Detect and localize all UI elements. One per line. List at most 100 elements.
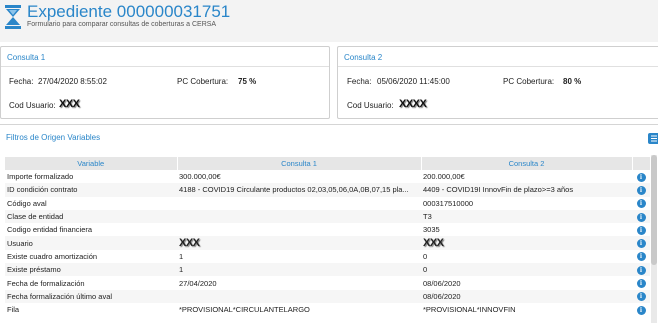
hourglass-logo-icon (4, 4, 22, 30)
cell-variable: Existe préstamo (5, 263, 177, 277)
cod-usuario-value: XXXX (399, 98, 427, 110)
table-header-row: Variable Consulta 1 Consulta 2 (5, 157, 651, 170)
cell-consulta-2: T3 (421, 209, 632, 224)
column-header-info (632, 157, 651, 170)
consulta-2-title: Consulta 2 (344, 53, 383, 62)
column-settings-button[interactable] (648, 133, 658, 144)
fecha-label: Fecha: (9, 77, 34, 86)
cell-consulta-2: 08/06/2020 (423, 278, 461, 288)
cell-info: i (632, 223, 650, 236)
cod-usuario-value: XXX (59, 98, 80, 110)
table-row[interactable]: Código aval 000317510000 i (5, 197, 650, 210)
cell-consulta-1: 1 (179, 251, 184, 261)
page-title: Expediente 000000031751 (27, 2, 231, 21)
cell-consulta-1: 300.000,00€ (179, 172, 221, 182)
cell-consulta-2: 4409 - COVID19I InnovFin de plazo>=3 año… (421, 183, 632, 197)
consulta-2-card: Consulta 2 Fecha: 05/06/2020 11:45:00 PC… (337, 46, 658, 119)
column-header-consulta-1[interactable]: Consulta 1 (177, 157, 422, 170)
cell-consulta-1 (177, 197, 421, 210)
cell-variable: Fila (7, 305, 20, 315)
card-divider (1, 66, 329, 67)
info-icon[interactable]: i (636, 279, 646, 289)
info-icon[interactable]: i (636, 212, 646, 222)
cell-consulta-1 (177, 289, 421, 303)
table-row[interactable]: Clase de entidad T3 i (5, 209, 650, 224)
table-body: Importe formalizado 300.000,00€ 200.000,00… (5, 170, 650, 316)
cell-variable: Importe formalizado (7, 172, 74, 182)
cell-info: i (632, 303, 650, 316)
cell-variable: Código aval (7, 198, 47, 208)
table-row[interactable]: Existe cuadro amortización 1 0 i (5, 250, 650, 263)
cell-consulta-2: 3035 (423, 225, 440, 235)
cell-consulta-1: 27/04/2020 (179, 278, 217, 288)
table-row[interactable]: Codigo entidad financiera 3035 i (5, 223, 650, 236)
cell-variable: Usuario (5, 236, 177, 250)
info-icon[interactable]: i (636, 252, 646, 262)
column-header-variable[interactable]: Variable (5, 157, 178, 170)
pc-cobertura-label: PC Cobertura: (177, 77, 229, 86)
scrollbar-thumb[interactable] (651, 155, 657, 265)
table-row[interactable]: Fecha de formalización 27/04/2020 08/06/20… (5, 276, 650, 289)
cell-info: i (632, 209, 650, 224)
fecha-value: 05/06/2020 11:45:00 (377, 77, 450, 86)
cell-consulta-1: *PROVISIONAL*CIRCULANTELARGO (179, 305, 310, 315)
cell-info: i (632, 276, 650, 289)
table-row[interactable]: Existe préstamo 1 0 i (5, 263, 650, 277)
cell-variable: Clase de entidad (5, 209, 177, 224)
cell-info: i (632, 263, 650, 277)
table-row[interactable]: Fecha formalización último aval 08/06/202… (5, 289, 650, 303)
sliders-icon (651, 135, 657, 142)
cell-info: i (632, 250, 650, 263)
card-divider (338, 66, 658, 67)
cell-consulta-1: 1 (177, 263, 421, 277)
page-header: Expediente 000000031751 Formulario para … (0, 0, 658, 42)
info-icon[interactable]: i (636, 172, 646, 182)
cell-variable: Fecha de formalización (7, 278, 85, 288)
info-icon[interactable]: i (636, 185, 646, 195)
page-subtitle: Formulario para comparar consultas de co… (27, 21, 217, 28)
consulta-1-title: Consulta 1 (7, 53, 46, 62)
table-row[interactable]: Importe formalizado 300.000,00€ 200.000,00… (5, 170, 650, 183)
cell-info: i (632, 170, 650, 183)
cell-consulta-1: XXX (177, 236, 421, 250)
cod-usuario-label: Cod Usuario: (347, 101, 394, 110)
cell-consulta-1 (177, 209, 421, 224)
cell-consulta-1 (177, 223, 421, 236)
cell-variable: Fecha formalización último aval (5, 289, 177, 303)
cell-consulta-2: *PROVISIONAL*INNOVFIN (423, 305, 516, 315)
cell-consulta-2: 0 (421, 263, 632, 277)
info-icon[interactable]: i (636, 265, 646, 275)
cell-consulta-2: 000317510000 (423, 198, 474, 208)
variables-table: Variable Consulta 1 Consulta 2 Importe f… (5, 157, 651, 316)
cell-info: i (632, 197, 650, 210)
pc-cobertura-label: PC Cobertura: (503, 77, 555, 86)
info-icon[interactable]: i (636, 239, 646, 249)
cell-consulta-2: 200.000,00€ (423, 172, 465, 182)
cell-consulta-2: 0 (423, 251, 428, 261)
column-header-consulta-2[interactable]: Consulta 2 (421, 157, 633, 170)
fecha-label: Fecha: (347, 77, 372, 86)
info-icon[interactable]: i (636, 225, 646, 235)
cell-variable: Codigo entidad financiera (7, 225, 93, 235)
fecha-value: 27/04/2020 8:55:02 (38, 77, 107, 86)
table-scrollbar[interactable] (651, 155, 657, 323)
filtros-title: Filtros de Origen Variables (6, 133, 101, 142)
consulta-1-card: Consulta 1 Fecha: 27/04/2020 8:55:02 PC … (0, 46, 330, 119)
table-row[interactable]: Fila *PROVISIONAL*CIRCULANTELARGO *PROVISI… (5, 303, 650, 316)
cell-variable: ID condición contrato (5, 183, 177, 197)
pc-cobertura-value: 75 % (238, 77, 257, 86)
info-icon[interactable]: i (636, 292, 646, 302)
info-icon[interactable]: i (636, 305, 646, 315)
cell-consulta-2: XXX (421, 236, 632, 250)
cell-variable: Existe cuadro amortización (7, 251, 98, 261)
info-icon[interactable]: i (636, 199, 646, 209)
cell-consulta-1: 4188 - COVID19 Circulante productos 02,0… (177, 183, 421, 197)
cell-consulta-2: 08/06/2020 (421, 289, 632, 303)
table-row[interactable]: ID condición contrato 4188 - COVID19 Circ… (5, 183, 650, 197)
cell-info: i (632, 236, 650, 250)
table-row[interactable]: Usuario XXX XXX i (5, 236, 650, 250)
cell-info: i (632, 183, 650, 197)
cell-info: i (632, 289, 650, 303)
cod-usuario-label: Cod Usuario: (9, 101, 56, 110)
pc-cobertura-value: 80 % (563, 77, 582, 86)
